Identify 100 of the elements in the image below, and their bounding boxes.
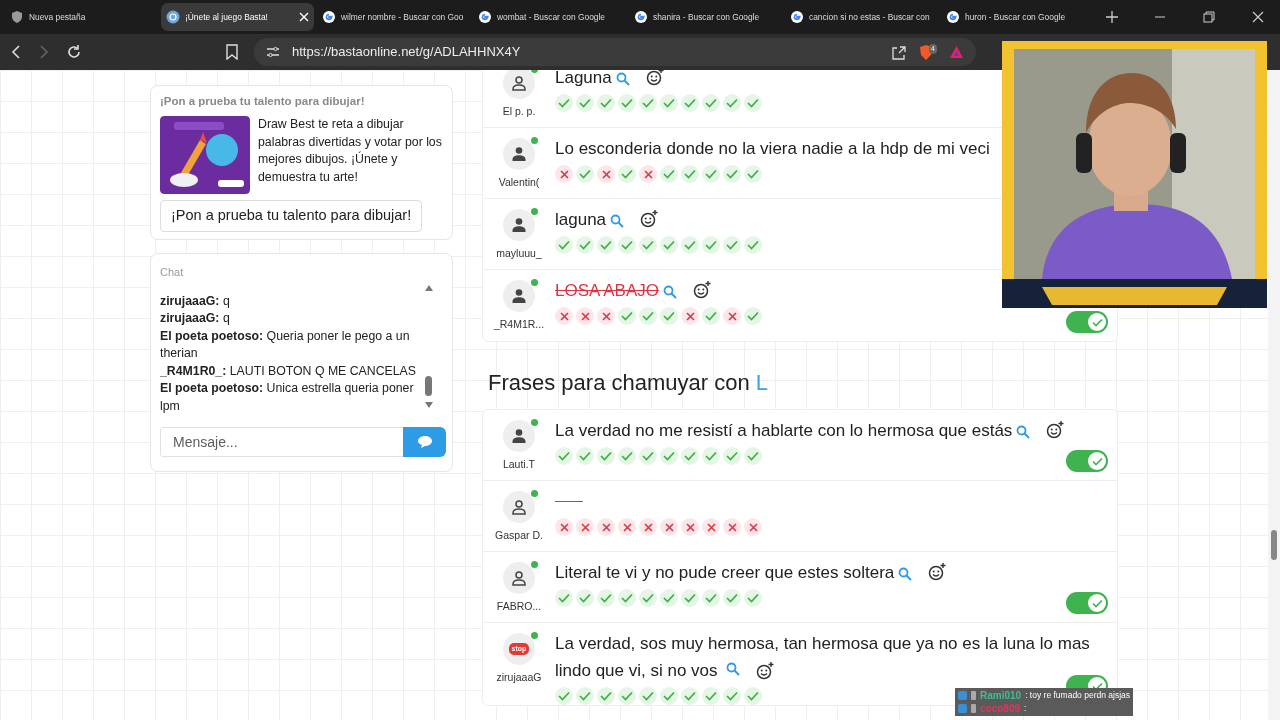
answer-text: Laguna <box>555 70 612 89</box>
check-icon <box>579 169 591 179</box>
emoji-add-icon[interactable] <box>692 281 711 299</box>
check-icon <box>579 98 591 108</box>
person-icon <box>511 217 527 233</box>
cross-icon <box>643 169 653 179</box>
answer-text: La verdad, sos muy hermosa, tan hermosa que ya no es la luna lo mas lindo que vi, si no vos <box>555 634 1090 680</box>
url-text[interactable]: https://bastaonline.net/g/ADLAHHNX4Y <box>292 42 880 62</box>
browser-tab[interactable]: wilmer nombre - Buscar con Goo <box>317 3 470 31</box>
search-icon[interactable] <box>610 214 625 228</box>
chat-label: Chat <box>160 265 185 280</box>
google-icon <box>946 10 960 24</box>
check-icon <box>747 451 759 461</box>
player-name: Valentin( <box>498 175 540 190</box>
check-icon <box>1091 456 1103 466</box>
send-button[interactable] <box>403 426 446 457</box>
cross-icon <box>601 522 611 532</box>
triangle-icon[interactable] <box>949 45 964 59</box>
player-name: El p. p. <box>502 104 536 119</box>
bookmark-icon[interactable] <box>226 44 238 60</box>
toggle-switch[interactable] <box>1066 450 1108 472</box>
scrollbar[interactable] <box>1268 70 1280 720</box>
check-icon <box>1091 598 1103 608</box>
scroll-down-icon[interactable] <box>424 400 434 409</box>
chat-bubble-icon <box>416 434 433 449</box>
chat-username: Rami010 <box>980 689 1022 702</box>
check-icon <box>642 593 654 603</box>
plus-icon[interactable] <box>1106 11 1118 23</box>
toggle-switch[interactable] <box>1066 311 1108 333</box>
check-icon <box>558 451 570 461</box>
close-icon[interactable] <box>1252 11 1264 23</box>
check-icon <box>642 311 654 321</box>
answer-text: La verdad no me resistí a hablarte con lo hermosa que estás <box>555 420 1013 442</box>
answer-text: laguna <box>555 209 607 231</box>
emoji-add-icon[interactable] <box>1046 421 1065 439</box>
check-icon <box>663 691 675 701</box>
check-icon <box>726 593 738 603</box>
check-icon <box>621 240 633 250</box>
search-icon[interactable] <box>725 662 740 676</box>
browser-tab[interactable]: wombat - Buscar con Google <box>473 3 626 31</box>
check-icon <box>621 169 633 179</box>
search-icon[interactable] <box>1016 425 1031 439</box>
check-icon <box>684 691 696 701</box>
check-icon <box>705 593 717 603</box>
check-icon <box>642 691 654 701</box>
browser-tab[interactable]: cancion si no estas - Buscar con <box>785 3 938 31</box>
check-icon <box>726 169 738 179</box>
scrollbar-thumb[interactable] <box>425 375 432 396</box>
cross-icon <box>664 522 674 532</box>
browser-tab[interactable]: Nueva pestaña <box>5 3 158 31</box>
check-icon <box>579 451 591 461</box>
check-icon <box>705 98 717 108</box>
chat-message: zirujaaaG: q <box>160 292 231 310</box>
check-icon <box>621 311 633 321</box>
section-heading: Frases para chamuyar con L <box>488 369 770 397</box>
search-icon[interactable] <box>615 72 630 86</box>
check-icon <box>600 98 612 108</box>
browser-tab[interactable]: shanira - Buscar con Google <box>629 3 782 31</box>
check-icon <box>621 593 633 603</box>
message-field[interactable]: Mensaje... <box>160 426 404 457</box>
browser-tab[interactable]: huron - Buscar con Google <box>941 3 1094 31</box>
check-icon <box>663 240 675 250</box>
check-icon <box>684 169 696 179</box>
player-name: mayluuu_ <box>496 246 542 261</box>
back-icon[interactable] <box>10 45 22 59</box>
cross-icon <box>727 311 737 321</box>
google-icon <box>634 10 648 24</box>
cross-icon <box>559 169 569 179</box>
share-icon[interactable] <box>891 44 907 60</box>
check-icon <box>663 98 675 108</box>
scroll-up-icon[interactable] <box>424 283 434 292</box>
reload-icon[interactable] <box>66 44 82 60</box>
check-icon <box>558 691 570 701</box>
game-icon <box>166 10 180 24</box>
check-icon <box>558 593 570 603</box>
check-icon <box>600 451 612 461</box>
google-icon <box>478 10 492 24</box>
check-icon <box>747 311 759 321</box>
chat-text: : toy re fumado perdn ajsjas <box>1025 689 1131 702</box>
scrollbar-thumb[interactable] <box>1271 530 1277 560</box>
browser-tab[interactable]: ¡Únete al juego Basta! <box>161 3 314 31</box>
emoji-add-icon[interactable] <box>755 662 774 680</box>
toggle-switch[interactable] <box>1066 592 1108 614</box>
search-icon[interactable] <box>662 285 677 299</box>
site-settings-icon[interactable] <box>266 45 280 59</box>
check-icon <box>663 311 675 321</box>
emoji-add-icon[interactable] <box>928 563 947 581</box>
check-icon <box>579 691 591 701</box>
restore-icon[interactable] <box>1203 11 1215 23</box>
cross-icon <box>601 311 611 321</box>
emoji-add-icon[interactable] <box>640 210 659 228</box>
cross-icon <box>580 522 590 532</box>
search-icon[interactable] <box>898 567 913 581</box>
cross-icon <box>559 311 569 321</box>
promo-button[interactable]: ¡Pon a prueba tu talento para dibujar! <box>160 200 423 232</box>
check-icon <box>684 98 696 108</box>
check-icon <box>621 98 633 108</box>
person-icon <box>511 428 527 444</box>
emoji-add-icon[interactable] <box>645 70 664 86</box>
promo-heading: ¡Pon a prueba tu talento para dibujar! <box>160 94 366 109</box>
